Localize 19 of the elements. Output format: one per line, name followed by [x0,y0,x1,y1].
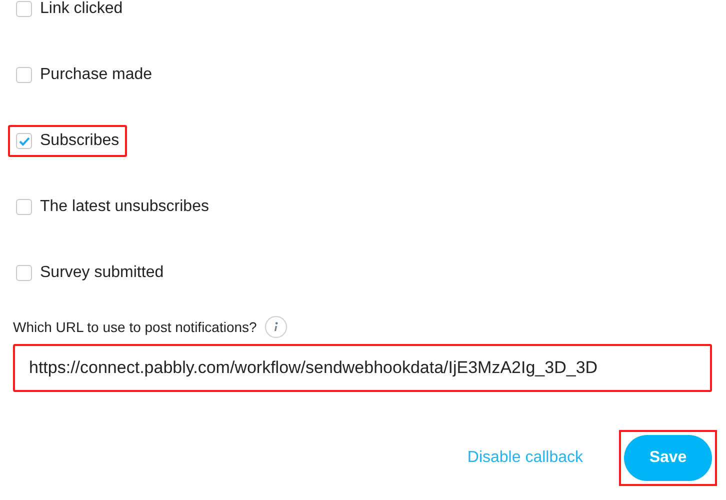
checkbox[interactable] [16,265,32,281]
event-label: Subscribes [40,131,120,151]
event-checkbox[interactable]: The latest unsubscribes [8,191,217,223]
event-checkbox[interactable]: Survey submitted [8,257,172,289]
field-label: Which URL to use to post notifications? [13,318,257,337]
checkbox[interactable] [16,199,32,215]
event-label: The latest unsubscribes [40,197,209,217]
event-checkbox[interactable]: Link clicked [8,0,131,25]
checkbox[interactable] [16,1,32,17]
url-field[interactable]: https://connect.pabbly.com/workflow/sendwebhookdata/IjE3MzA2Ig_3D_3D [13,344,712,392]
event-checkbox[interactable]: Purchase made [8,59,160,91]
event-label: Purchase made [40,65,152,85]
event-label: Survey submitted [40,263,164,283]
checked-checkbox[interactable] [16,133,32,149]
check-icon [18,136,30,146]
info-icon[interactable] [264,316,287,338]
event-checkbox[interactable]: Subscribes [8,125,128,157]
checkbox[interactable] [16,67,32,83]
event-label: Link clicked [40,0,123,19]
